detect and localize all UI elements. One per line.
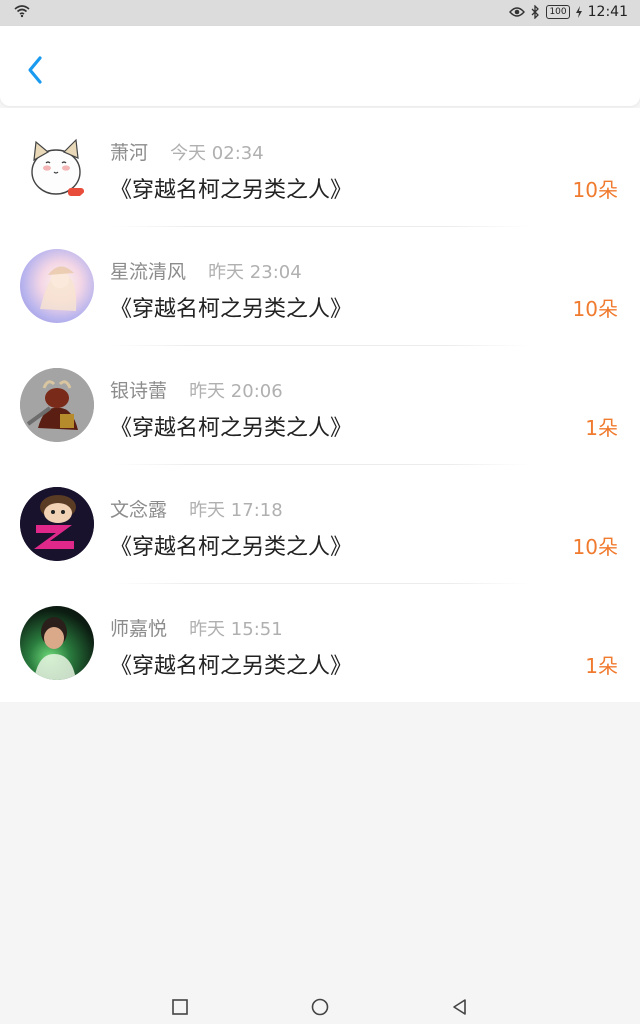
book-title[interactable]: 《穿越名柯之另类之人》 [110,291,352,323]
cartoon-z-avatar-icon [20,487,94,561]
anime-avatar-icon [40,266,77,311]
item-time: 昨天 15:51 [189,619,283,640]
list-item[interactable]: 萧河 今天 02:34 《穿越名柯之另类之人》 10朵 [0,108,640,227]
chevron-left-icon [28,56,42,84]
back-triangle-icon[interactable] [451,998,469,1016]
back-button[interactable] [18,48,58,88]
status-time: 12:41 [587,4,628,20]
header [0,26,640,106]
charging-icon [575,6,582,18]
avatar[interactable] [20,249,94,323]
avatar[interactable] [20,130,94,204]
flower-count: 10朵 [572,297,618,321]
book-title[interactable]: 《穿越名柯之另类之人》 [110,648,352,680]
user-name[interactable]: 银诗蕾 [110,380,167,402]
user-name[interactable]: 师嘉悦 [110,618,167,640]
list-item[interactable]: 星流清风 昨天 23:04 《穿越名柯之另类之人》 10朵 [0,227,640,346]
gift-record-list: 萧河 今天 02:34 《穿越名柯之另类之人》 10朵 星流清风 昨天 23:0… [0,108,640,702]
home-circle-icon[interactable] [311,998,329,1016]
flower-count: 10朵 [572,178,618,202]
flower-count: 1朵 [585,654,618,678]
wifi-icon [14,5,30,18]
list-item[interactable]: 文念露 昨天 17:18 《穿越名柯之另类之人》 10朵 [0,465,640,584]
item-time: 昨天 23:04 [208,262,302,283]
user-name[interactable]: 萧河 [110,142,148,164]
warrior-avatar-icon [20,368,94,442]
user-name[interactable]: 文念露 [110,499,167,521]
cat-avatar-icon [31,138,84,196]
bluetooth-icon [531,5,540,19]
book-title[interactable]: 《穿越名柯之另类之人》 [110,172,352,204]
list-item[interactable]: 银诗蕾 昨天 20:06 《穿越名柯之另类之人》 1朵 [0,346,640,465]
item-time: 今天 02:34 [170,143,264,164]
avatar[interactable] [20,487,94,561]
recents-square-icon[interactable] [171,998,189,1016]
item-meta: 文念露 昨天 17:18 [110,495,283,522]
user-name[interactable]: 星流清风 [110,261,186,283]
system-nav-bar [0,988,640,1024]
flower-count: 10朵 [572,535,618,559]
book-title[interactable]: 《穿越名柯之另类之人》 [110,529,352,561]
person-avatar-icon [34,617,76,680]
avatar[interactable] [20,368,94,442]
eye-icon [509,7,526,17]
status-bar: 100 12:41 [0,0,640,26]
flower-count: 1朵 [585,416,618,440]
item-time: 昨天 20:06 [189,381,283,402]
battery-icon: 100 [546,5,570,19]
item-meta: 萧河 今天 02:34 [110,138,264,165]
book-title[interactable]: 《穿越名柯之另类之人》 [110,410,352,442]
item-meta: 星流清风 昨天 23:04 [110,257,302,284]
item-time: 昨天 17:18 [189,500,283,521]
avatar[interactable] [20,606,94,680]
item-meta: 师嘉悦 昨天 15:51 [110,614,283,641]
item-meta: 银诗蕾 昨天 20:06 [110,376,283,403]
list-item[interactable]: 师嘉悦 昨天 15:51 《穿越名柯之另类之人》 1朵 [0,584,640,703]
